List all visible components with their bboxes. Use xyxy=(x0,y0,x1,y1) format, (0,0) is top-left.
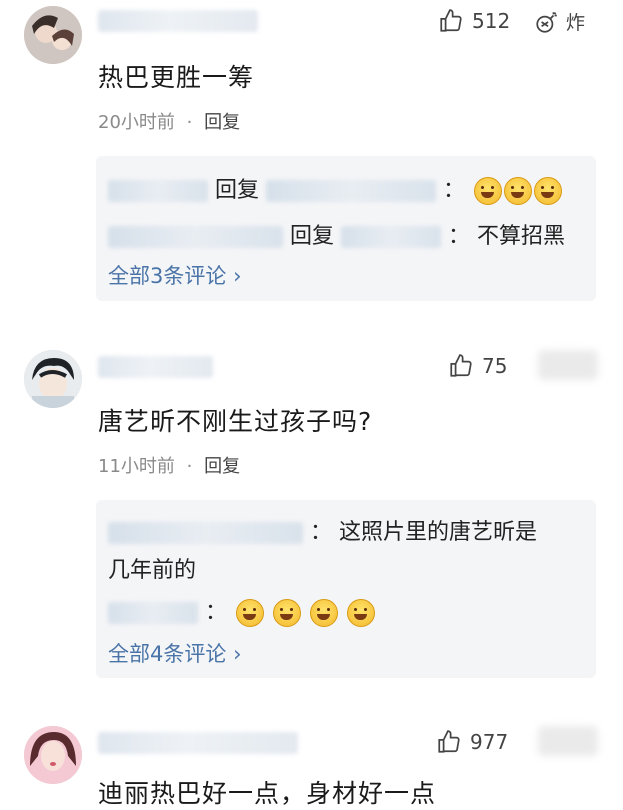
smile-emoji-icon xyxy=(310,599,339,627)
username-obscured[interactable] xyxy=(98,356,213,378)
reply-author-obscured[interactable] xyxy=(108,522,303,544)
avatar[interactable] xyxy=(24,726,82,784)
timestamp: 20小时前 xyxy=(98,112,175,133)
reply-button[interactable]: 回复 xyxy=(204,456,240,477)
see-all-replies-link[interactable]: 全部3条评论 › xyxy=(108,260,241,290)
reply-colon: ： xyxy=(310,520,333,545)
reply-text: 这照片里的唐艺昕是 xyxy=(339,520,538,545)
thumbs-up-icon xyxy=(438,730,460,753)
comment-text: 热巴更胜一筹 xyxy=(98,63,255,92)
like-count: 977 xyxy=(470,730,509,754)
grin-emoji-icon xyxy=(504,177,533,205)
comment-meta: 20小时前 · 回复 xyxy=(98,108,240,134)
comment-text: 迪丽热巴好一点，身材好一点 xyxy=(98,779,437,808)
like-button[interactable]: 977 xyxy=(436,729,508,755)
reply-button[interactable]: 回复 xyxy=(204,112,240,133)
reply-colon: ： xyxy=(205,600,228,625)
chevron-right-icon: › xyxy=(233,264,242,288)
comment-text: 唐艺昕不刚生过孩子吗? xyxy=(98,407,373,436)
reply-line-1-continued: 几年前的 xyxy=(108,558,197,583)
grin-emoji-icon xyxy=(534,177,563,205)
reply-author-obscured[interactable] xyxy=(108,180,208,202)
reply-line-1: 回复 ： xyxy=(108,172,563,205)
thumbs-up-icon xyxy=(450,354,472,377)
grin-emoji-icon xyxy=(474,177,503,205)
reply-target-obscured[interactable] xyxy=(266,180,437,202)
reply-line-2: 回复 ： 不算招黑 xyxy=(108,218,565,250)
see-all-label: 全部4条评论 xyxy=(108,642,227,666)
smile-emoji-icon xyxy=(273,599,302,627)
smile-emoji-icon xyxy=(347,599,376,627)
reply-author-obscured[interactable] xyxy=(108,602,198,624)
separator-dot: · xyxy=(186,456,193,477)
timestamp: 11小时前 xyxy=(98,456,175,477)
reply-keyword: 回复 xyxy=(290,224,335,249)
reply-target-obscured[interactable] xyxy=(341,226,442,248)
like-count: 512 xyxy=(472,9,511,33)
see-all-label: 全部3条评论 xyxy=(108,264,227,288)
reply-keyword: 回复 xyxy=(215,178,260,203)
reply-text: 不算招黑 xyxy=(477,224,566,249)
avatar[interactable] xyxy=(24,6,82,64)
comment-meta: 11小时前 · 回复 xyxy=(98,452,240,478)
chevron-right-icon: › xyxy=(233,642,242,666)
bomb-icon xyxy=(536,11,557,33)
see-all-replies-link[interactable]: 全部4条评论 › xyxy=(108,638,241,668)
bomb-button-obscured[interactable] xyxy=(538,350,598,380)
avatar[interactable] xyxy=(24,350,82,408)
reply-line-1: ： 这照片里的唐艺昕是 xyxy=(108,514,537,546)
reply-author-obscured[interactable] xyxy=(108,226,283,248)
separator-dot: · xyxy=(186,112,193,133)
reply-thread: ： 这照片里的唐艺昕是 几年前的 ： 全部4条评论 › xyxy=(96,500,596,678)
thumbs-up-icon xyxy=(440,9,462,32)
bomb-button[interactable]: 炸 xyxy=(534,8,585,35)
reply-line-2: ： xyxy=(108,594,376,627)
reply-colon: ： xyxy=(448,224,471,249)
like-button[interactable]: 75 xyxy=(448,353,507,379)
like-count: 75 xyxy=(482,354,508,378)
reply-thread: 回复 ： 回复 ： 不算招黑 全部3条评论 › xyxy=(96,156,596,301)
like-button[interactable]: 512 xyxy=(438,8,510,34)
username-obscured[interactable] xyxy=(98,10,258,32)
username-obscured[interactable] xyxy=(98,732,298,754)
reply-colon: ： xyxy=(443,178,466,203)
bomb-button-obscured[interactable] xyxy=(538,726,598,756)
smile-emoji-icon xyxy=(236,599,265,627)
bomb-label: 炸 xyxy=(566,12,586,34)
